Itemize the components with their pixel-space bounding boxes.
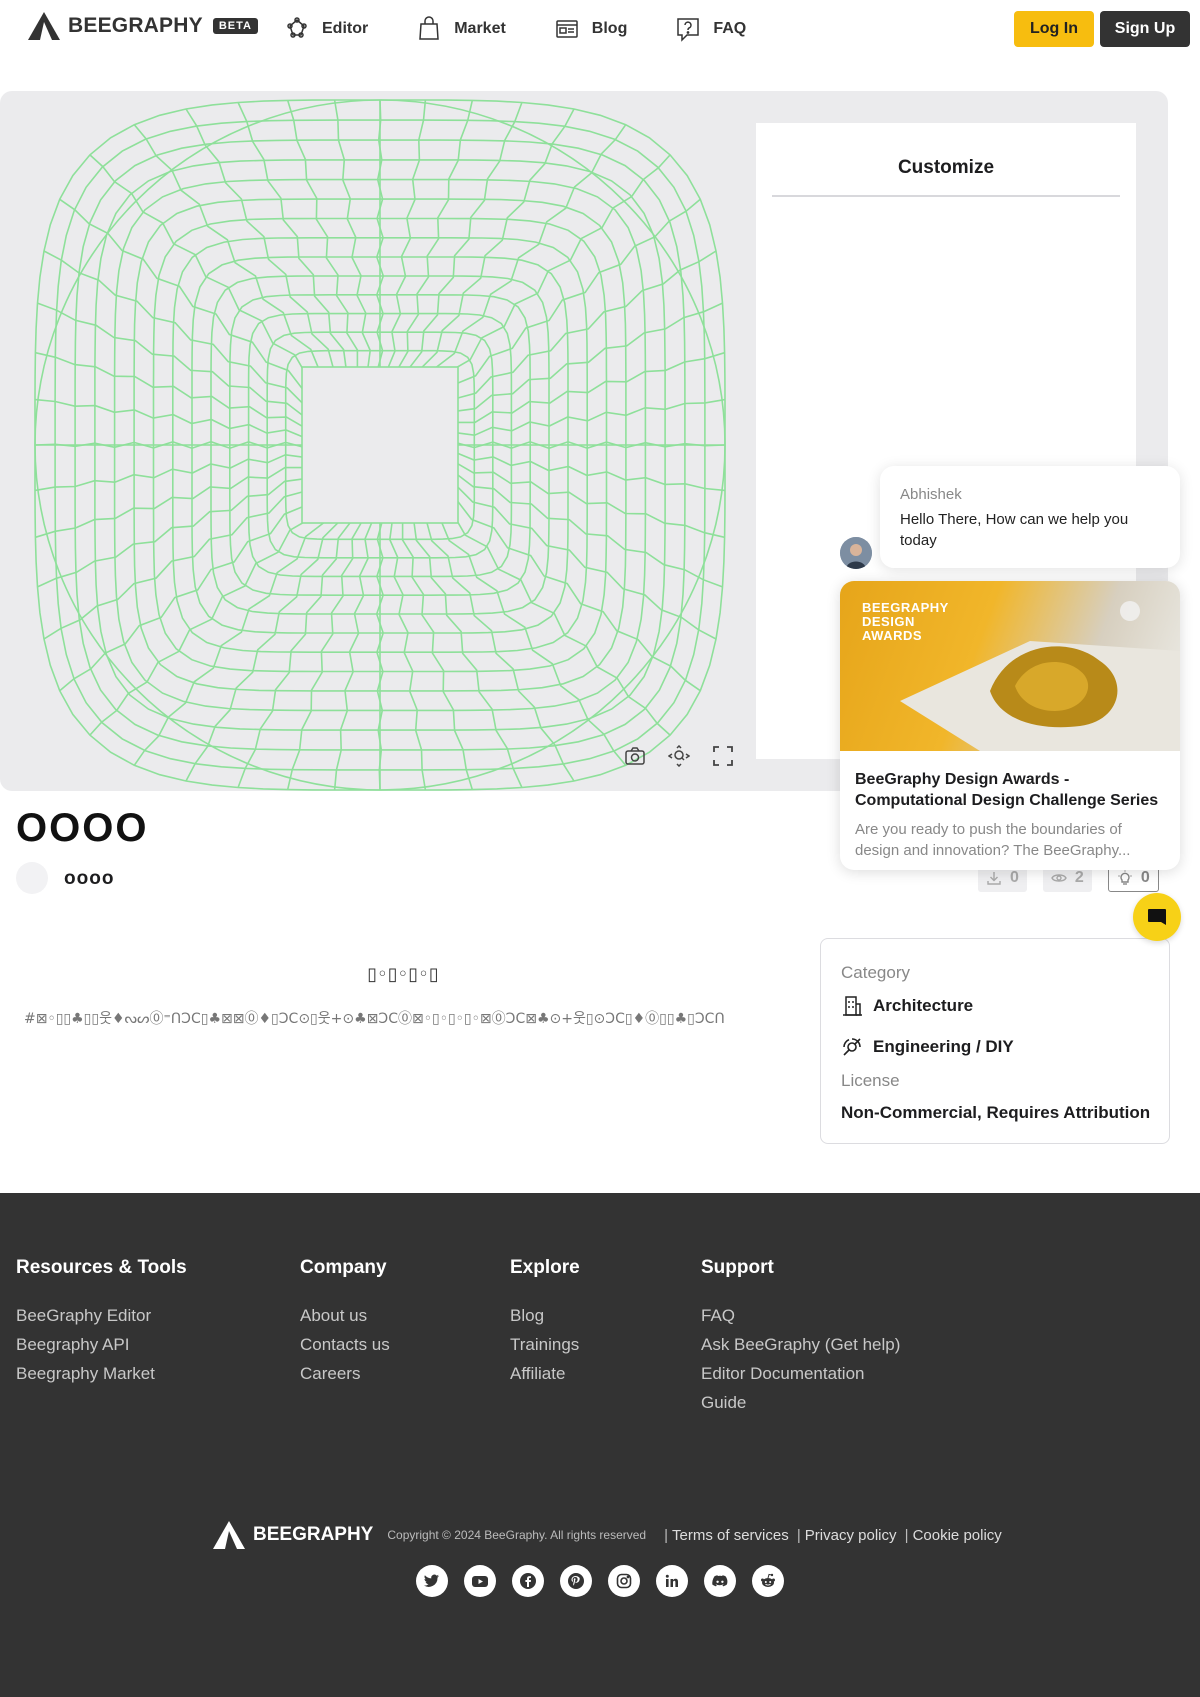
footer-column-title: Support [701, 1257, 774, 1278]
editor-icon [287, 17, 307, 38]
category-label: Category [841, 963, 910, 982]
footer-link[interactable]: Affiliate [510, 1359, 580, 1388]
footer-link[interactable]: BeeGraphy Editor [16, 1301, 187, 1330]
nav-faq-label: FAQ [713, 20, 747, 37]
footer-link[interactable]: Contacts us [300, 1330, 390, 1359]
linkedin-icon[interactable] [656, 1565, 688, 1597]
main-nav: Editor Market Blog FAQ [284, 14, 746, 44]
question-icon [677, 18, 700, 42]
zoom-fit-icon[interactable] [667, 744, 691, 768]
wireframe-sphere-model[interactable] [30, 95, 730, 791]
cookie-link[interactable]: Cookie policy [913, 1527, 1002, 1544]
model-title: OOOO [16, 806, 149, 850]
customize-title: Customize [897, 157, 995, 178]
lightbulb-icon [1118, 870, 1132, 885]
pinterest-icon[interactable] [560, 1565, 592, 1597]
chat-message-text: Hello There, How can we help you today [900, 511, 1129, 549]
footer-column-company: Company About us Contacts us Careers [300, 1257, 390, 1388]
footer-link[interactable]: FAQ [701, 1301, 900, 1330]
promo-card[interactable]: BEEGRAPHY DESIGN AWARDS BeeGraphy Design… [840, 581, 1180, 870]
eye-icon [1051, 874, 1067, 882]
privacy-link[interactable]: Privacy policy [805, 1527, 897, 1544]
author-avatar[interactable] [16, 862, 48, 894]
logo-text: BEEGRAPHY [68, 14, 203, 37]
category-engineering[interactable]: Engineering / DIY [841, 1036, 1014, 1058]
instagram-icon[interactable] [608, 1565, 640, 1597]
nav-market-label: Market [454, 20, 506, 37]
twitter-icon[interactable] [416, 1565, 448, 1597]
footer-column-explore: Explore Blog Trainings Affiliate [510, 1257, 580, 1388]
footer-logo-text: BEEGRAPHY [253, 1524, 374, 1545]
footer-column-title: Company [300, 1257, 387, 1278]
facebook-icon[interactable] [512, 1565, 544, 1597]
header: BEEGRAPHY BETA Editor Market Blog FAQ Lo… [0, 0, 1200, 60]
promo-image-text: BEEGRAPHY DESIGN AWARDS [862, 600, 949, 643]
chat-sender-name: Abhishek [900, 486, 962, 503]
footer-link[interactable]: Beegraphy API [16, 1330, 187, 1359]
promo-image: BEEGRAPHY DESIGN AWARDS [840, 581, 1180, 751]
discord-icon[interactable] [704, 1565, 736, 1597]
beegraphy-logo-icon [213, 1521, 245, 1549]
license-value: Non-Commercial, Requires Attribution [841, 1103, 1151, 1122]
footer-link[interactable]: Trainings [510, 1330, 580, 1359]
site-logo[interactable]: BEEGRAPHY BETA [28, 12, 258, 40]
footer-column-support: Support FAQ Ask BeeGraphy (Get help) Edi… [701, 1257, 900, 1417]
category-engineering-label: Engineering / DIY [873, 1037, 1014, 1056]
footer-column-resources: Resources & Tools BeeGraphy Editor Beegr… [16, 1257, 187, 1388]
footer-column-title: Resources & Tools [16, 1257, 187, 1278]
category-architecture[interactable]: Architecture [841, 995, 973, 1017]
download-icon [987, 872, 1001, 885]
promo-text: Are you ready to push the boundaries of … [855, 821, 1131, 859]
copyright-text: Copyright © 2024 BeeGraphy. All rights r… [387, 1528, 647, 1542]
description-text: #⊠◦▯▯♣▯▯웃♦ᔓᔕ⓪⁼ᑎↃϹ▯♣⊠⊠⓪♦▯ↃϹ⊙▯웃+⊙♣⊠ↃϹ⓪⊠◦▯◦… [24, 1011, 725, 1027]
chat-message-bubble[interactable]: Abhishek Hello There, How can we help yo… [880, 466, 1180, 568]
like-count-value: 0 [1140, 869, 1150, 886]
newspaper-icon [556, 20, 578, 38]
footer-link[interactable]: Ask BeeGraphy (Get help) [701, 1330, 900, 1359]
building-icon [843, 996, 862, 1016]
youtube-icon[interactable] [464, 1565, 496, 1597]
chat-agent-avatar [840, 537, 872, 569]
footer-link[interactable]: Blog [510, 1301, 580, 1330]
nav-blog[interactable]: Blog [554, 14, 628, 44]
chat-launcher-button[interactable] [1133, 893, 1181, 941]
nav-faq[interactable]: FAQ [675, 14, 746, 44]
legal-links: | Terms of services | Privacy policy | Cook… [664, 1526, 1002, 1544]
nav-blog-label: Blog [591, 20, 628, 37]
footer-link[interactable]: Beegraphy Market [16, 1359, 187, 1388]
shopping-bag-icon [419, 16, 440, 40]
description-heading: ▯◦▯◦▯◦▯ [367, 964, 439, 985]
footer-link[interactable]: Careers [300, 1359, 390, 1388]
engineering-icon [843, 1038, 861, 1056]
footer-link[interactable]: About us [300, 1301, 390, 1330]
view-count-value: 2 [1074, 869, 1084, 886]
login-button[interactable]: Log In [1014, 11, 1094, 47]
beegraphy-logo-icon [28, 12, 60, 40]
customize-divider [772, 195, 1120, 197]
nav-editor[interactable]: Editor [284, 14, 368, 44]
footer-link[interactable]: Guide [701, 1388, 900, 1417]
screenshot-icon[interactable] [624, 745, 646, 767]
viewer-toolbar [624, 744, 734, 768]
fullscreen-icon[interactable] [712, 745, 734, 767]
footer-logo[interactable]: BEEGRAPHY [213, 1521, 373, 1549]
author-name[interactable]: oooo [64, 868, 114, 890]
info-card: Category Architecture Engineering / DIY … [820, 938, 1170, 1144]
nav-editor-label: Editor [322, 20, 369, 37]
download-count-value: 0 [1010, 869, 1019, 886]
reddit-icon[interactable] [752, 1565, 784, 1597]
social-links [416, 1565, 784, 1597]
footer-bottom-bar: BEEGRAPHY Copyright © 2024 BeeGraphy. Al… [213, 1521, 1002, 1549]
footer: Resources & Tools BeeGraphy Editor Beegr… [0, 1193, 1200, 1697]
license-label: License [841, 1071, 900, 1090]
terms-link[interactable]: Terms of services [672, 1527, 789, 1544]
footer-column-title: Explore [510, 1257, 580, 1278]
signup-button[interactable]: Sign Up [1100, 11, 1190, 47]
chat-icon [1148, 909, 1166, 925]
nav-market[interactable]: Market [416, 14, 506, 44]
promo-title: BeeGraphy Design Awards - Computational … [855, 771, 1159, 809]
category-architecture-label: Architecture [873, 996, 974, 1015]
footer-link[interactable]: Editor Documentation [701, 1359, 900, 1388]
beta-badge: BETA [212, 18, 258, 34]
